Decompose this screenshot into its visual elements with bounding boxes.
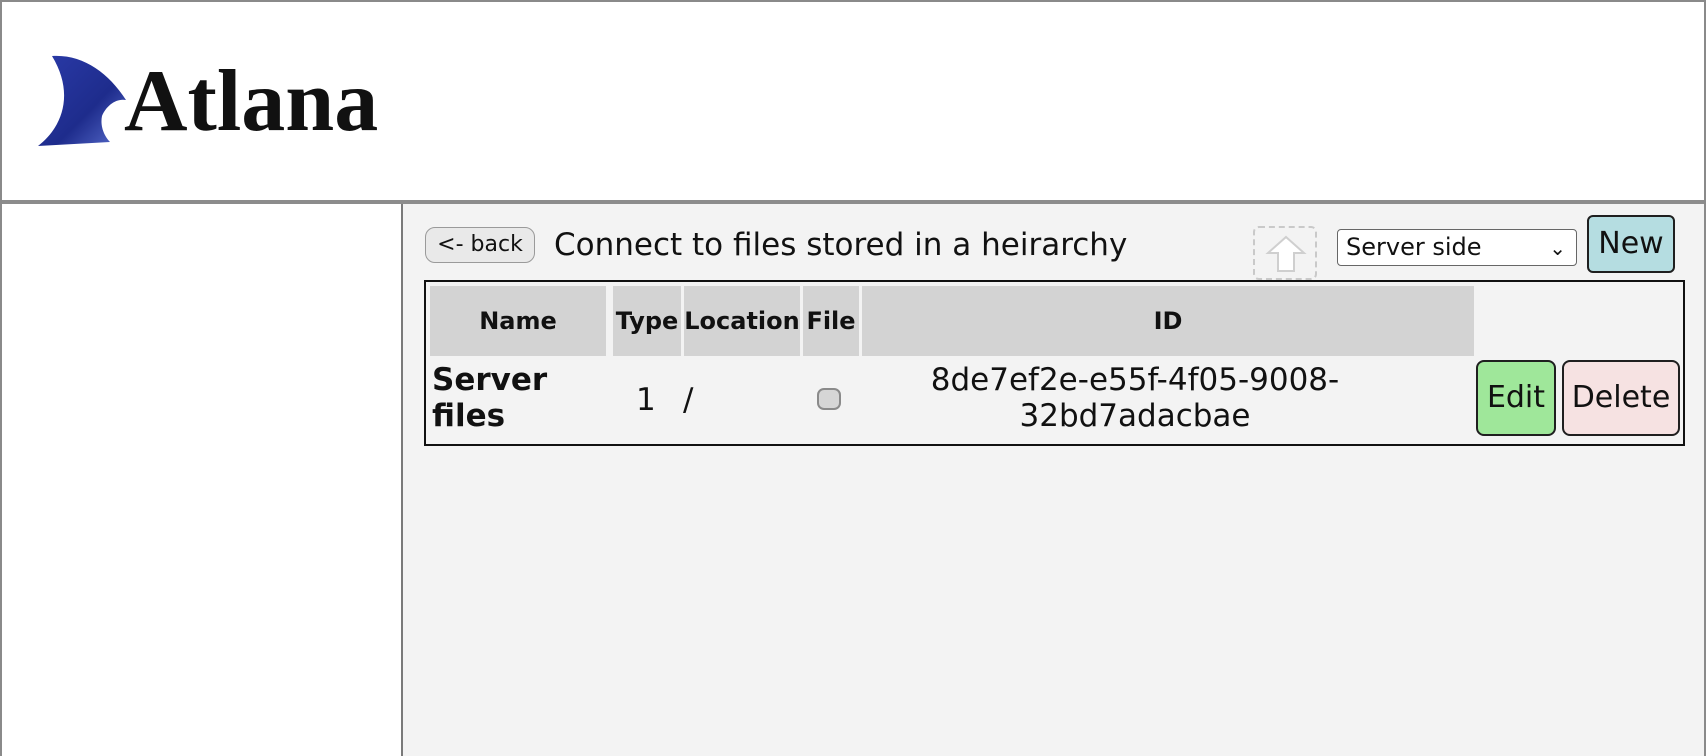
column-header-name: Name	[430, 286, 606, 356]
connections-table: Name Type Location File ID Server files …	[424, 280, 1685, 446]
chevron-down-icon: ⌄	[1549, 236, 1566, 260]
row-location: /	[683, 382, 694, 418]
upload-button[interactable]	[1253, 226, 1317, 280]
page-header: Atlana	[2, 2, 1704, 202]
column-header-type: Type	[613, 286, 681, 356]
back-button[interactable]: <- back	[425, 227, 535, 263]
source-select-value: Server side	[1346, 233, 1482, 261]
shark-fin-icon	[38, 55, 126, 146]
logo-text: Atlana	[124, 53, 379, 150]
upload-arrow-icon	[1265, 235, 1307, 272]
row-file-checkbox[interactable]	[817, 388, 841, 410]
column-header-location: Location	[684, 286, 800, 356]
new-button[interactable]: New	[1587, 215, 1675, 273]
atlana-logo: Atlana	[38, 52, 408, 156]
row-name: Server files	[432, 362, 548, 434]
row-id: 8de7ef2e-e55f-4f05-9008-32bd7adacbae	[930, 362, 1340, 434]
sidebar	[2, 204, 403, 756]
column-header-file: File	[803, 286, 859, 356]
source-select[interactable]: Server side ⌄	[1337, 229, 1577, 266]
main-panel: <- back Connect to files stored in a hei…	[403, 204, 1704, 756]
row-type: 1	[636, 382, 656, 418]
edit-button[interactable]: Edit	[1476, 360, 1556, 436]
page-title: Connect to files stored in a heirarchy	[554, 227, 1128, 263]
delete-button[interactable]: Delete	[1562, 360, 1680, 436]
column-header-id: ID	[862, 286, 1474, 356]
